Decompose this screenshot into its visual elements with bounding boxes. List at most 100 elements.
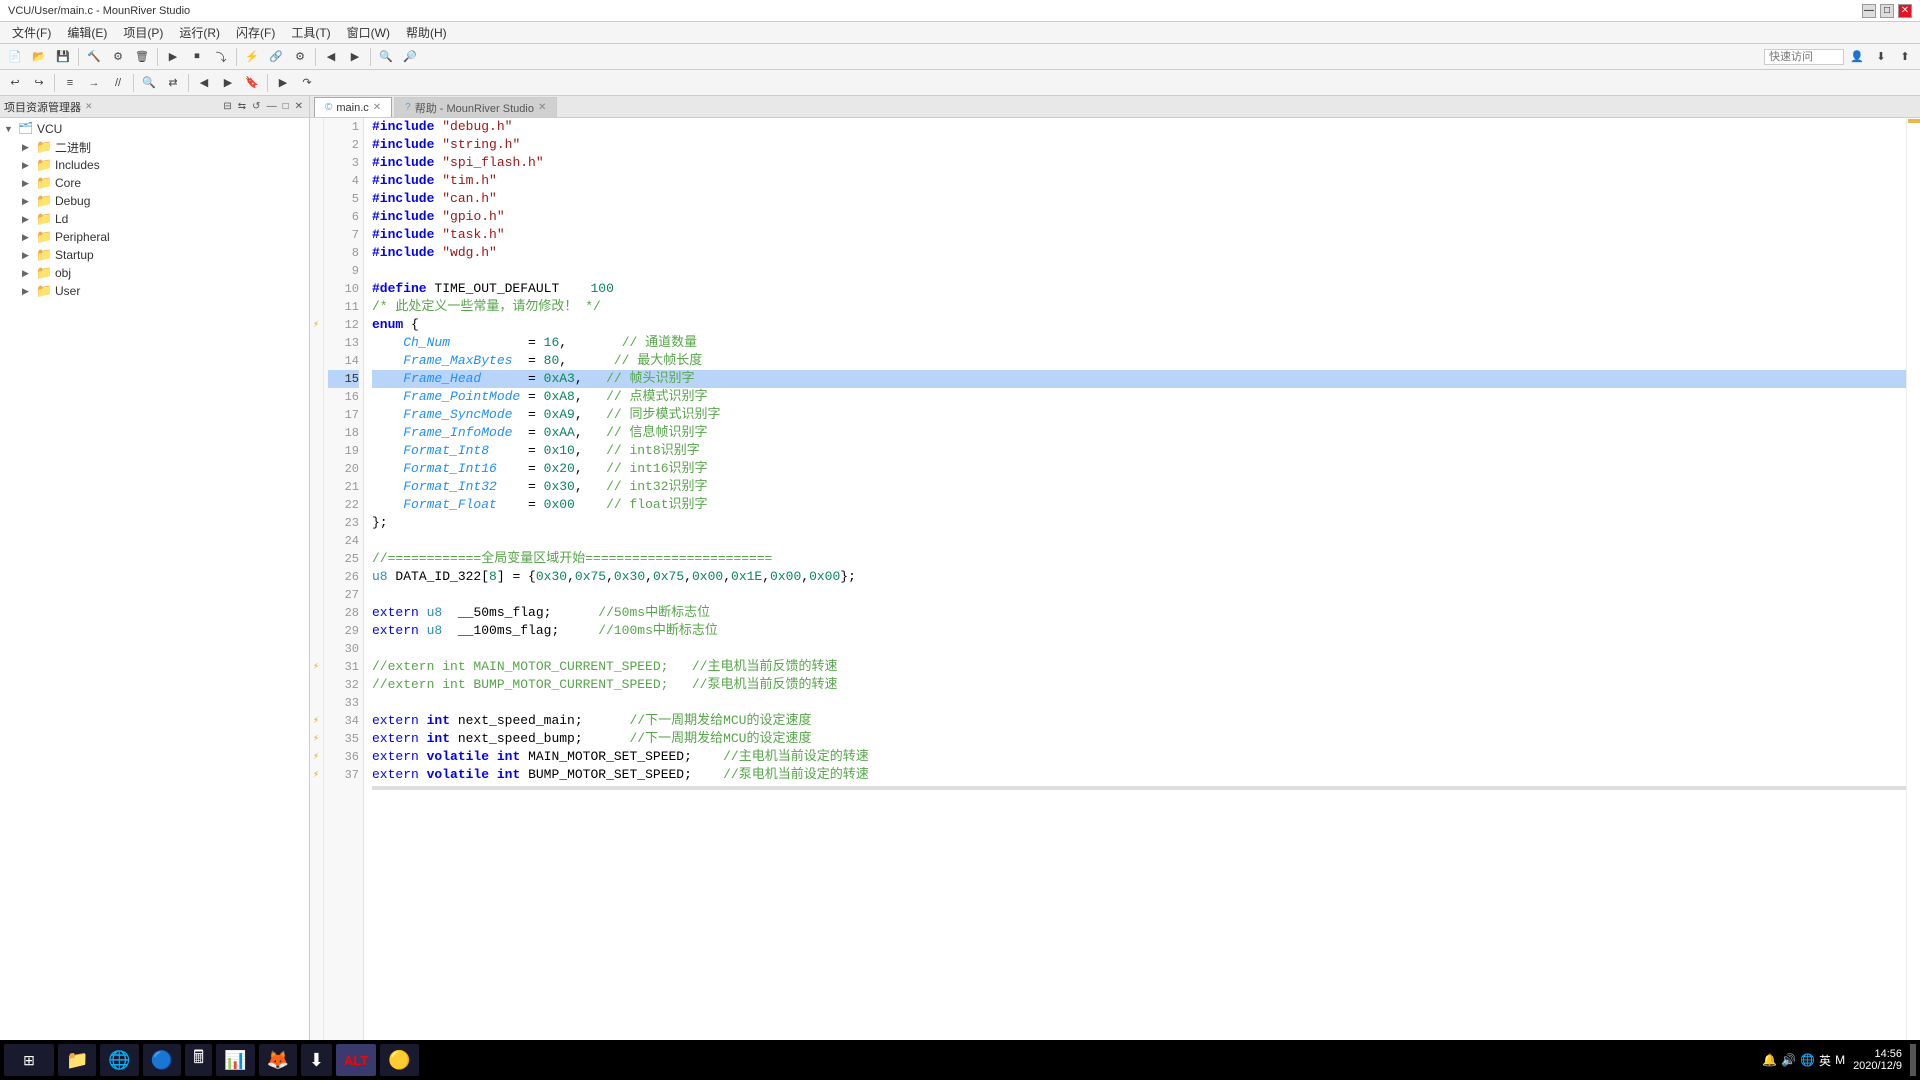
ln-1: 1 [328, 118, 359, 136]
collapse-all-icon[interactable]: ⊟ [221, 100, 233, 113]
toggle-bookmark[interactable]: 🔖 [241, 72, 263, 94]
bookmark-next[interactable]: ▶ [217, 72, 239, 94]
minimize-button[interactable]: — [1862, 4, 1876, 18]
maximize-panel-icon[interactable]: □ [281, 100, 291, 113]
code-content[interactable]: #include "debug.h" #include "string.h" #… [364, 118, 1906, 1058]
settings-button[interactable]: ⚙ [289, 46, 311, 68]
tree-item-debug[interactable]: ▶ 📁 Debug [0, 192, 309, 210]
zoom-in-button[interactable]: 🔍 [375, 46, 397, 68]
step-over-button[interactable]: ⤵ [210, 46, 232, 68]
code-line-32: //extern int BUMP_MOTOR_CURRENT_SPEED; /… [372, 676, 1906, 694]
ln-26: 26 [328, 568, 359, 586]
tree-item-peripheral[interactable]: ▶ 📁 Peripheral [0, 228, 309, 246]
tree-item-binary[interactable]: ▶ 📁 二进制 [0, 138, 309, 156]
replace-button[interactable]: ⇄ [162, 72, 184, 94]
taskbar-download[interactable]: ⬇ [301, 1044, 332, 1076]
undo-button[interactable]: ↩ [4, 72, 26, 94]
gutter-marker-36: ⚡ [310, 748, 322, 766]
gutter-mark-1 [1908, 119, 1920, 123]
maximize-panel-button[interactable]: ⬆ [1894, 46, 1916, 68]
menu-tools[interactable]: 工具(T) [283, 22, 338, 43]
menu-file[interactable]: 文件(F) [4, 22, 59, 43]
menu-flash[interactable]: 闪存(F) [228, 22, 283, 43]
minimize-panel-icon[interactable]: — [265, 100, 279, 113]
code-line-35: extern int next_speed_bump; //下一周期发给MCU的… [372, 730, 1906, 748]
flash-button[interactable]: ⚡ [241, 46, 263, 68]
stop-button[interactable]: ⏹ [186, 46, 208, 68]
new-file-button[interactable]: 📄 [4, 46, 26, 68]
build-button[interactable]: 🔨 [83, 46, 105, 68]
debug-button[interactable]: ▶ [162, 46, 184, 68]
quick-access-input[interactable] [1764, 49, 1844, 65]
ln-2: 2 [328, 136, 359, 154]
notify-m: M [1835, 1053, 1845, 1067]
tab-mainc-close[interactable]: ✕ [373, 102, 381, 113]
tree-item-ld[interactable]: ▶ 📁 Ld [0, 210, 309, 228]
menu-project[interactable]: 项目(P) [115, 22, 171, 43]
right-scrollbar[interactable] [1906, 118, 1920, 1058]
link-editor-icon[interactable]: ⇆ [236, 100, 248, 113]
gutter-11 [310, 298, 323, 316]
menu-edit[interactable]: 编辑(E) [59, 22, 115, 43]
code-line-20: Format_Int16 = 0x20, // int16识别字 [372, 460, 1906, 478]
taskbar-vcu[interactable]: ALT [336, 1044, 376, 1076]
code-line-23: }; [372, 514, 1906, 532]
taskbar-browser[interactable]: 🌐 [100, 1044, 138, 1076]
run-step[interactable]: ↷ [296, 72, 318, 94]
maximize-button[interactable]: □ [1880, 4, 1894, 18]
taskbar-excel[interactable]: 📊 [216, 1044, 254, 1076]
taskbar-firefox[interactable]: 🦊 [259, 1044, 297, 1076]
tree-item-obj[interactable]: ▶ 📁 obj [0, 264, 309, 282]
clean-button[interactable]: 🗑 [131, 46, 153, 68]
save-button[interactable]: 💾 [52, 46, 74, 68]
next-button[interactable]: ▶ [344, 46, 366, 68]
refresh-icon[interactable]: ↺ [250, 100, 262, 113]
folder-icon-core: 📁 [36, 175, 52, 191]
tree-item-includes[interactable]: ▶ 📁 Includes [0, 156, 309, 174]
gutter-18 [310, 424, 323, 442]
tree-item-startup[interactable]: ▶ 📁 Startup [0, 246, 309, 264]
code-line-29: extern u8 __100ms_flag; //100ms中断标志位 [372, 622, 1906, 640]
menu-run[interactable]: 运行(R) [171, 22, 228, 43]
format-button[interactable]: ≡ [59, 72, 81, 94]
indent-button[interactable]: → [83, 72, 105, 94]
close-panel-icon[interactable]: ✕ [293, 100, 305, 113]
redo-button[interactable]: ↪ [28, 72, 50, 94]
prev-button[interactable]: ◀ [320, 46, 342, 68]
tree-arrow-core: ▶ [22, 178, 36, 189]
bookmark-prev[interactable]: ◀ [193, 72, 215, 94]
tree-item-core[interactable]: ▶ 📁 Core [0, 174, 309, 192]
comment-btn[interactable]: // [107, 72, 129, 94]
tree-label-includes: Includes [55, 158, 100, 172]
menu-window[interactable]: 窗口(W) [339, 22, 398, 43]
minimize-panel-button[interactable]: ⬇ [1870, 46, 1892, 68]
taskbar-calc[interactable]: 🖩 [185, 1044, 212, 1076]
connect-button[interactable]: 🔗 [265, 46, 287, 68]
run-resume[interactable]: ▶ [272, 72, 294, 94]
toolbar2-sep-2 [133, 74, 134, 92]
close-button[interactable]: ✕ [1898, 4, 1912, 18]
gutter-33 [310, 694, 323, 712]
find-button[interactable]: 🔍 [138, 72, 160, 94]
ln-22: 22 [328, 496, 359, 514]
show-desktop-button[interactable] [1910, 1044, 1916, 1076]
start-button[interactable]: ⊞ [4, 1044, 54, 1076]
taskbar-explorer[interactable]: 📁 [58, 1044, 96, 1076]
ln-9: 9 [328, 262, 359, 280]
profile-button[interactable]: 👤 [1846, 46, 1868, 68]
menu-help[interactable]: 帮助(H) [398, 22, 455, 43]
zoom-out-button[interactable]: 🔎 [399, 46, 421, 68]
taskbar-app1[interactable]: 🔵 [143, 1044, 181, 1076]
tree-item-vcu[interactable]: ▼ 🗂 VCU [0, 120, 309, 138]
tab-help[interactable]: ? 帮助 - MounRiver Studio ✕ [394, 97, 557, 117]
code-line-21: Format_Int32 = 0x30, // int32识别字 [372, 478, 1906, 496]
tree-item-user[interactable]: ▶ 📁 User [0, 282, 309, 300]
build-all-button[interactable]: ⚙ [107, 46, 129, 68]
open-button[interactable]: 📂 [28, 46, 50, 68]
tab-help-close[interactable]: ✕ [538, 102, 546, 113]
tab-mainc[interactable]: © main.c ✕ [314, 97, 392, 117]
taskbar-clock[interactable]: 14:56 2020/12/9 [1853, 1048, 1902, 1072]
taskbar-app2[interactable]: 🟡 [380, 1044, 418, 1076]
ln-21: 21 [328, 478, 359, 496]
tree-label-core: Core [55, 176, 81, 190]
